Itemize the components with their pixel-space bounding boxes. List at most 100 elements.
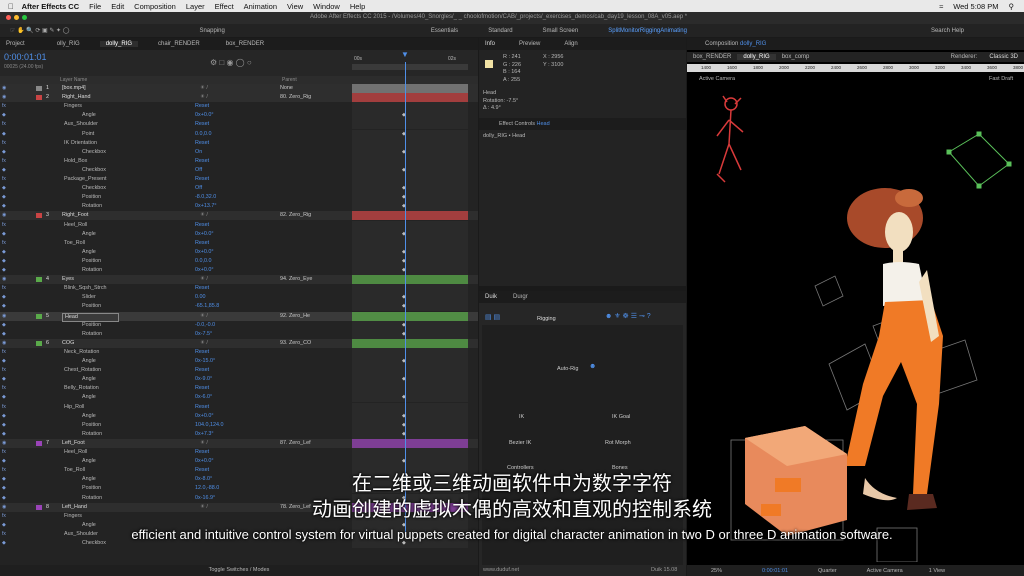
ik-button[interactable]: IK: [519, 414, 524, 420]
property-value[interactable]: 104.0,124.0: [195, 421, 223, 430]
property-value[interactable]: 0x+0.0°: [195, 248, 214, 257]
label-color-swatch[interactable]: [36, 86, 42, 91]
property-track[interactable]: ◆: [352, 357, 468, 366]
menu-composition[interactable]: Composition: [134, 2, 176, 11]
property-row[interactable]: fx Aux_Shoulder Reset: [0, 120, 478, 130]
property-row[interactable]: fx Heel_Roll Reset: [0, 220, 478, 230]
property-value[interactable]: Reset: [195, 284, 209, 293]
property-track[interactable]: [352, 347, 468, 357]
property-track[interactable]: ◆: [352, 329, 468, 339]
property-value[interactable]: 0x+0.0°: [195, 266, 214, 275]
layer-row[interactable]: ◉ 2 Right_Hand ☀ / 80. Zero_Rig: [0, 93, 478, 103]
col-layer-name[interactable]: Layer Name: [60, 77, 87, 83]
property-track[interactable]: ◆: [352, 202, 468, 212]
auto-rig-button[interactable]: Auto-Rig: [557, 366, 578, 372]
property-track[interactable]: [352, 402, 468, 412]
zoom-window-button[interactable]: [22, 15, 27, 20]
rigging-tab[interactable]: Rigging: [537, 316, 556, 322]
eye-icon[interactable]: ◉: [2, 312, 6, 321]
property-value[interactable]: 0.00: [195, 293, 206, 302]
property-row[interactable]: fx Toe_Roll Reset: [0, 238, 478, 248]
layer-name[interactable]: Right_Hand: [62, 93, 90, 102]
label-color-swatch[interactable]: [36, 313, 42, 319]
property-value[interactable]: -0.0,-0.0: [195, 321, 215, 330]
property-row[interactable]: fx Fingers Reset: [0, 102, 478, 112]
property-track[interactable]: ◆: [352, 256, 468, 266]
keyframe-nav-icon[interactable]: ◆: [2, 184, 6, 193]
property-row[interactable]: ◆ Position 104.0,124.0 ◆: [0, 420, 478, 430]
property-track[interactable]: ◆: [352, 165, 468, 175]
property-value[interactable]: Off: [195, 184, 202, 193]
wifi-icon[interactable]: ≈: [939, 2, 943, 11]
property-track[interactable]: ◆: [352, 184, 468, 194]
app-name[interactable]: After Effects CC: [22, 2, 80, 11]
keyframe-nav-icon[interactable]: fx: [2, 366, 6, 375]
layer-switches[interactable]: ☀ /: [200, 339, 208, 348]
layer-switches[interactable]: ☀ /: [200, 275, 208, 284]
playhead-handle[interactable]: ▼: [401, 50, 409, 59]
keyframe-nav-icon[interactable]: ◆: [2, 430, 6, 439]
keyframe-nav-icon[interactable]: fx: [2, 284, 6, 293]
property-track[interactable]: ◆: [352, 111, 468, 121]
property-row[interactable]: ◆ Rotation 0x+13.7° ◆: [0, 202, 478, 212]
property-track[interactable]: ◆: [352, 375, 468, 385]
tab-box-render[interactable]: box_RENDER: [220, 41, 270, 47]
property-row[interactable]: fx Blink_Sqsh_Strch Reset: [0, 284, 478, 294]
property-row[interactable]: ◆ Angle 0x+0.0° ◆: [0, 247, 478, 257]
property-value[interactable]: Reset: [195, 139, 209, 148]
property-row[interactable]: ◆ Angle 0x-15.0° ◆: [0, 357, 478, 366]
property-value[interactable]: Reset: [195, 175, 209, 184]
layer-duration-bar[interactable]: [352, 438, 468, 448]
effect-controls-tab[interactable]: Effect Controls Head: [479, 118, 686, 130]
property-row[interactable]: fx Belly_Rotation Reset: [0, 384, 478, 394]
workspace-standard[interactable]: Standard: [482, 28, 518, 34]
property-value[interactable]: 0x-6.0°: [195, 393, 212, 402]
keyframe-nav-icon[interactable]: fx: [2, 384, 6, 393]
property-value[interactable]: Reset: [195, 157, 209, 166]
layer-duration-bar[interactable]: [352, 275, 468, 285]
property-value[interactable]: Reset: [195, 403, 209, 412]
property-value[interactable]: 0x+0.0°: [195, 412, 214, 421]
label-color-swatch[interactable]: [36, 213, 42, 219]
tab-align[interactable]: Align: [558, 41, 583, 47]
keyframe-nav-icon[interactable]: ◆: [2, 375, 6, 384]
property-value[interactable]: 0x+13.7°: [195, 202, 217, 211]
resolution-select[interactable]: Quarter: [818, 568, 837, 574]
keyframe-nav-icon[interactable]: ◆: [2, 293, 6, 302]
property-row[interactable]: ◆ Point 0.0,0.0 ◆: [0, 129, 478, 139]
parent-select[interactable]: 87. Zero_Lef: [280, 439, 311, 448]
view-layout-select[interactable]: 1 View: [929, 568, 945, 574]
layer-row[interactable]: ◉ 6 COG ☀ / 93. Zero_CO: [0, 338, 478, 348]
duik-menu-icons[interactable]: ▤ ▤: [485, 313, 500, 321]
property-track[interactable]: [352, 448, 468, 457]
keyframe-nav-icon[interactable]: fx: [2, 221, 6, 230]
property-row[interactable]: ◆ Angle 0x-9.0° ◆: [0, 375, 478, 385]
property-track[interactable]: [352, 284, 468, 294]
eye-icon[interactable]: ◉: [2, 84, 6, 93]
keyframe-nav-icon[interactable]: ◆: [2, 266, 6, 275]
parent-select[interactable]: 93. Zero_CO: [280, 339, 311, 348]
property-value[interactable]: On: [195, 148, 202, 157]
property-value[interactable]: Reset: [195, 348, 209, 357]
search-help-field[interactable]: Search Help: [931, 28, 964, 34]
property-row[interactable]: fx Hold_Box Reset: [0, 156, 478, 166]
property-value[interactable]: -65.1,85.8: [195, 302, 219, 311]
property-value[interactable]: Reset: [195, 120, 209, 129]
property-track[interactable]: ◆: [352, 457, 468, 467]
timecode[interactable]: 0:00:01:01: [4, 52, 47, 62]
property-track[interactable]: ◆: [352, 147, 468, 157]
property-row[interactable]: ◆ Rotation 0x+7.3° ◆: [0, 429, 478, 439]
property-track[interactable]: ◆: [352, 420, 468, 430]
keyframe-nav-icon[interactable]: ◆: [2, 321, 6, 330]
property-track[interactable]: [352, 220, 468, 230]
property-row[interactable]: ◆ Rotation 0x-7.5° ◆: [0, 329, 478, 339]
property-row[interactable]: ◆ Rotation 0x+0.0° ◆: [0, 266, 478, 275]
property-value[interactable]: 0x-9.0°: [195, 375, 212, 384]
property-row[interactable]: ◆ Position -65.1,85.8 ◆: [0, 302, 478, 312]
property-value[interactable]: Reset: [195, 221, 209, 230]
property-row[interactable]: ◆ Angle 0x+0.0° ◆: [0, 411, 478, 421]
eye-icon[interactable]: ◉: [2, 339, 6, 348]
property-row[interactable]: fx Heel_Roll Reset: [0, 448, 478, 457]
property-track[interactable]: [352, 102, 468, 112]
menu-animation[interactable]: Animation: [244, 2, 277, 11]
